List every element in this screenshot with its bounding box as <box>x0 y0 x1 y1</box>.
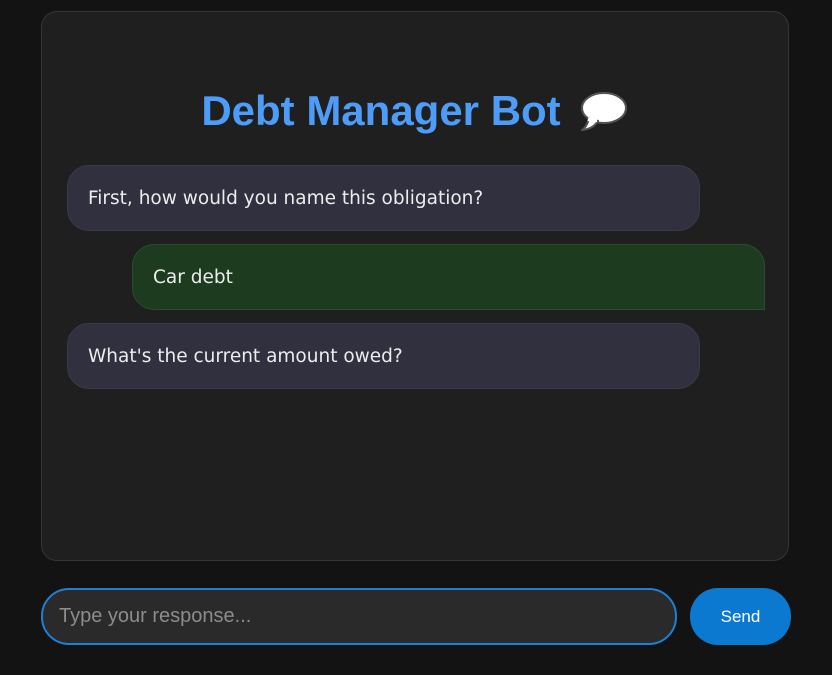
user-message: Car debt <box>132 244 765 310</box>
response-input[interactable] <box>41 588 677 645</box>
header: Debt Manager Bot <box>42 86 788 136</box>
bot-message: What's the current amount owed? <box>67 323 700 389</box>
send-button[interactable]: Send <box>690 588 791 645</box>
page-title: Debt Manager Bot <box>201 87 561 134</box>
message-text: What's the current amount owed? <box>88 345 403 367</box>
message-text: First, how would you name this obligatio… <box>88 187 484 209</box>
bot-message: First, how would you name this obligatio… <box>67 165 700 231</box>
message-text: Car debt <box>153 266 233 288</box>
speech-bubble-icon <box>579 89 629 133</box>
chat-panel: Debt Manager Bot First, how would you na… <box>41 11 789 561</box>
